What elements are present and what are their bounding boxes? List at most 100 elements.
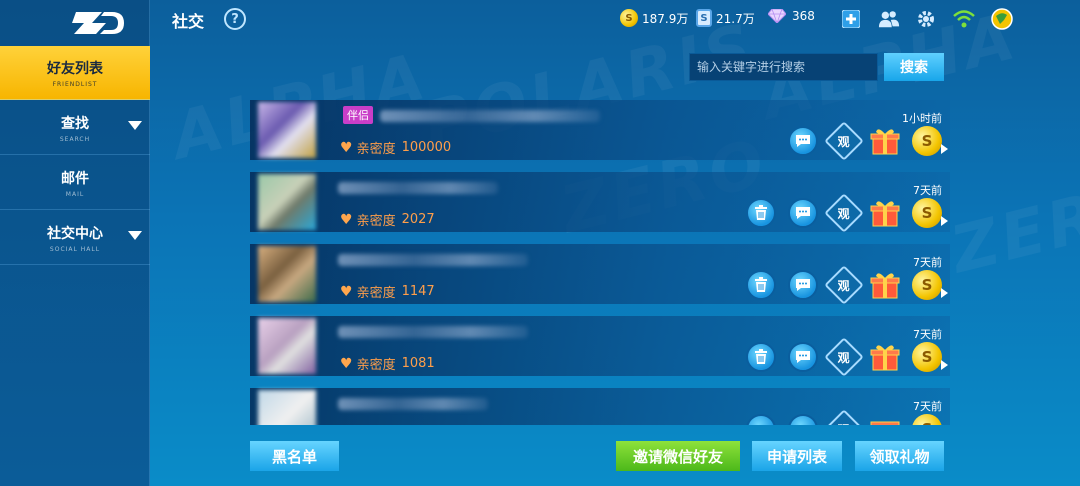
chat-button[interactable]: [788, 270, 818, 300]
last-online-time: 7天前: [913, 328, 942, 341]
intimacy-label: 亲密度: [356, 358, 396, 373]
request-list-button[interactable]: 申请列表: [752, 441, 842, 471]
ticket-icon: S: [696, 9, 712, 27]
avatar: [258, 174, 316, 230]
chat-button[interactable]: [788, 126, 818, 156]
diamond-balance: 368: [768, 9, 815, 23]
row-actions: 观 S: [746, 265, 948, 305]
sidebar-item-label: 好友列表: [47, 60, 103, 77]
row-actions: 观 S: [746, 409, 942, 425]
sidebar-item-label: 社交中心: [47, 225, 103, 242]
friend-row[interactable]: 7天前 观 S: [250, 388, 950, 425]
heart-icon: ♥: [340, 283, 353, 300]
chevron-down-icon: [128, 231, 142, 240]
friend-name-redacted: [380, 110, 600, 122]
gift-icon[interactable]: [870, 270, 900, 300]
trash-icon: [755, 205, 767, 220]
chevron-down-icon: [128, 121, 142, 130]
gold-coin-balance: S 187.9万: [620, 9, 688, 27]
add-currency-icon[interactable]: [840, 8, 862, 30]
send-coin-button[interactable]: S: [912, 126, 948, 156]
sidebar-item-sublabel: FRIENDLIST: [52, 80, 98, 88]
gift-icon[interactable]: [870, 414, 900, 425]
chat-icon: [796, 135, 810, 147]
sidebar-item-mail[interactable]: 邮件 MAIL: [0, 156, 150, 210]
friend-row[interactable]: 伴侣 ♥ 亲密度 100000 1小时前 观 S: [250, 100, 950, 161]
friend-list[interactable]: 伴侣 ♥ 亲密度 100000 1小时前 观 S ♥ 亲密度 2027 7天前: [250, 100, 950, 425]
sidebar-item-label: 邮件: [61, 170, 89, 187]
watch-button[interactable]: 观: [824, 409, 864, 425]
friend-row[interactable]: ♥ 亲密度 2027 7天前 观 S: [250, 172, 950, 233]
blacklist-button[interactable]: 黑名单: [250, 441, 339, 471]
heart-icon: ♥: [340, 211, 353, 228]
intimacy: ♥ 亲密度 100000: [340, 138, 452, 158]
watch-label: 观: [837, 206, 851, 221]
chat-button[interactable]: [788, 198, 818, 228]
avatar: [258, 102, 316, 158]
gift-icon[interactable]: [870, 126, 900, 156]
invite-wechat-button[interactable]: 邀请微信好友: [616, 441, 740, 471]
watch-label: 观: [838, 420, 850, 425]
watch-button[interactable]: 观: [824, 337, 864, 377]
server-globe-icon[interactable]: [991, 8, 1013, 30]
sidebar-item-sublabel: SOCIAL HALL: [49, 245, 101, 253]
ticket-value: 21.7万: [716, 11, 755, 26]
gold-coin-value: 187.9万: [642, 11, 689, 26]
friend-name-redacted: [338, 398, 488, 410]
delete-friend-button[interactable]: [746, 270, 776, 300]
watch-label: 观: [837, 134, 851, 149]
friends-icon[interactable]: [878, 8, 900, 30]
ticket-balance: S 21.7万: [696, 9, 755, 27]
heart-icon: ♥: [340, 355, 353, 372]
last-online-time: 1小时前: [902, 112, 942, 125]
chat-icon: [796, 207, 810, 219]
chat-button[interactable]: [788, 342, 818, 372]
last-online-time: 7天前: [913, 184, 942, 197]
watch-button[interactable]: 观: [824, 193, 864, 233]
intimacy: ♥ 亲密度 1081: [340, 354, 435, 374]
claim-gifts-button[interactable]: 领取礼物: [855, 441, 944, 471]
delete-friend-button[interactable]: [746, 198, 776, 228]
gear-icon[interactable]: [915, 8, 937, 30]
intimacy: ♥ 亲密度 2027: [340, 210, 435, 230]
row-actions: 观 S: [746, 337, 948, 377]
page-title: 社交: [172, 12, 205, 31]
search-button[interactable]: 搜索: [884, 53, 944, 81]
delete-friend-button[interactable]: [746, 342, 776, 372]
sidebar-item-friendlist[interactable]: 好友列表 FRIENDLIST: [0, 46, 150, 100]
friend-row[interactable]: ♥ 亲密度 1081 7天前 观 S: [250, 316, 950, 377]
watch-label: 观: [837, 278, 851, 293]
sidebar: 好友列表 FRIENDLIST 查找 SEARCH 邮件 MAIL 社交中心 S…: [0, 0, 150, 486]
chat-icon: [796, 279, 810, 291]
delete-friend-button[interactable]: [746, 414, 776, 425]
diamond-value: 368: [792, 9, 815, 23]
wifi-icon: [953, 8, 975, 30]
sidebar-item-social-hall[interactable]: 社交中心 SOCIAL HALL: [0, 211, 150, 265]
partner-tag: 伴侣: [343, 106, 373, 124]
intimacy-label: 亲密度: [356, 214, 396, 229]
sidebar-item-sublabel: SEARCH: [59, 135, 91, 143]
avatar: [258, 318, 316, 374]
sidebar-item-search[interactable]: 查找 SEARCH: [0, 101, 150, 155]
trash-icon: [755, 277, 767, 292]
search-input[interactable]: [689, 53, 878, 81]
send-coin-button[interactable]: S: [912, 342, 948, 372]
send-coin-button[interactable]: S: [912, 270, 948, 300]
watch-label: 观: [837, 350, 851, 365]
chat-button[interactable]: [788, 414, 818, 425]
friend-row[interactable]: ♥ 亲密度 1147 7天前 观 S: [250, 244, 950, 305]
friend-name-redacted: [338, 254, 528, 266]
watch-button[interactable]: 观: [824, 265, 864, 305]
gift-icon[interactable]: [870, 198, 900, 228]
diamond-icon: [768, 9, 786, 23]
watch-button[interactable]: 观: [824, 121, 864, 161]
gift-icon[interactable]: [870, 342, 900, 372]
game-logo: [72, 8, 126, 38]
intimacy-value: 100000: [401, 140, 452, 155]
intimacy-label: 亲密度: [356, 142, 396, 157]
friend-name-redacted: [338, 326, 528, 338]
help-icon[interactable]: ?: [224, 8, 246, 30]
send-coin-button[interactable]: S: [912, 198, 948, 228]
intimacy: ♥ 亲密度 1147: [340, 282, 435, 302]
send-coin-button[interactable]: S: [912, 414, 942, 425]
